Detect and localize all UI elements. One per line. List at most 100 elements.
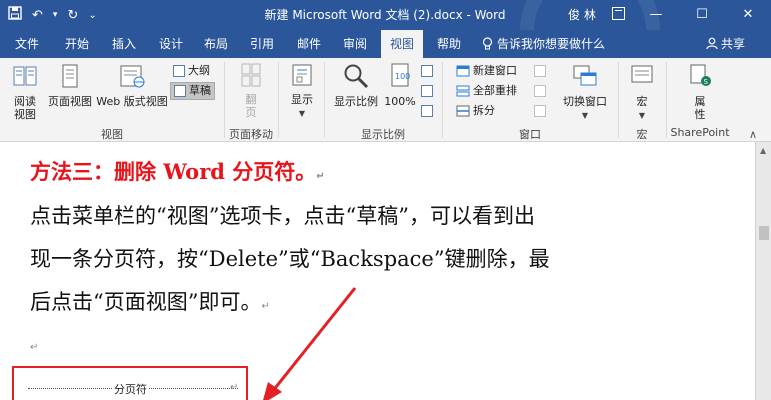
undo-icon[interactable]: ↶ xyxy=(32,8,43,23)
tell-me-label: 告诉我你想要做什么 xyxy=(497,37,606,51)
title-bar: ↶ ▾ ↻ ⌄ 新建 Microsoft Word 文档 (2).docx - … xyxy=(0,0,771,100)
quick-access-toolbar: ↶ ▾ ↻ ⌄ xyxy=(8,0,97,30)
undo-menu-chevron-icon[interactable]: ▾ xyxy=(53,10,58,20)
draft-button[interactable]: 草稿 xyxy=(170,82,215,100)
document-page[interactable]: 方法三：删除 Word 分页符。↵ 点击菜单栏的“视图”选项卡，点击“草稿”，可… xyxy=(0,142,755,400)
ribbon-display-options-icon[interactable] xyxy=(612,7,625,20)
tab-mailings[interactable]: 邮件 xyxy=(288,30,330,58)
properties-label: 属 性 xyxy=(694,95,706,121)
show-icon xyxy=(292,64,312,86)
split-label: 拆分 xyxy=(473,104,495,117)
one-page-button[interactable] xyxy=(421,62,433,80)
zoom-100-icon: 100 xyxy=(391,63,410,87)
document-title: 新建 Microsoft Word 文档 (2).docx - Word xyxy=(264,8,506,22)
vertical-page-movement-label: 翻 页 xyxy=(245,93,257,119)
show-label: 显示 xyxy=(291,93,313,106)
sync-scroll-icon xyxy=(534,85,546,97)
show-chevron-down-icon: ▼ xyxy=(298,109,306,118)
macros-icon xyxy=(631,65,653,83)
arrange-all-label: 全部重排 xyxy=(473,84,517,97)
save-icon[interactable] xyxy=(8,6,22,24)
print-layout-icon xyxy=(62,64,78,88)
views-group-label: 视图 xyxy=(101,128,123,141)
tab-layout[interactable]: 布局 xyxy=(195,30,237,58)
one-page-icon xyxy=(421,65,433,77)
ribbon-separator xyxy=(278,62,279,138)
tab-view[interactable]: 视图 xyxy=(381,30,424,58)
ribbon-view: 阅读 视图 页面视图 Web 版式视图 大纲 草稿 视图 翻 页 页面移动 显示… xyxy=(0,58,771,142)
new-window-button[interactable]: 新建窗口 xyxy=(456,62,517,80)
tab-insert[interactable]: 插入 xyxy=(103,30,145,58)
switch-windows-label: 切换窗口 xyxy=(563,95,607,108)
tab-review[interactable]: 审阅 xyxy=(334,30,376,58)
window-controls: — ☐ ✕ xyxy=(633,0,771,30)
tab-file[interactable]: 文件 xyxy=(6,30,48,58)
read-mode-button[interactable]: 阅读 视图 xyxy=(6,62,44,121)
outline-label: 大纲 xyxy=(188,64,210,77)
magnifier-icon xyxy=(344,64,369,89)
person-icon xyxy=(706,37,718,50)
tab-home[interactable]: 开始 xyxy=(56,30,98,58)
scroll-up-icon[interactable]: ▲ xyxy=(760,146,766,155)
close-button[interactable]: ✕ xyxy=(725,0,771,30)
macros-label: 宏 xyxy=(636,95,648,108)
tab-references[interactable]: 引用 xyxy=(241,30,283,58)
macros-group-label: 宏 xyxy=(636,128,648,141)
page-width-button[interactable] xyxy=(421,102,433,120)
vertical-page-movement-button[interactable]: 翻 页 xyxy=(234,62,268,119)
outline-button[interactable]: 大纲 xyxy=(170,62,213,80)
print-layout-button[interactable]: 页面视图 xyxy=(46,62,94,108)
draft-icon xyxy=(174,85,186,97)
ribbon-separator xyxy=(618,62,619,138)
split-button[interactable]: 拆分 xyxy=(456,102,495,120)
sharepoint-group-label: SharePoint xyxy=(670,126,730,139)
maximize-button[interactable]: ☐ xyxy=(679,0,725,30)
ribbon-separator xyxy=(442,62,443,138)
new-window-label: 新建窗口 xyxy=(473,64,517,77)
vertical-scrollbar[interactable]: ▲ xyxy=(755,142,771,400)
tell-me-search[interactable]: 告诉我你想要做什么 xyxy=(482,30,605,58)
ribbon-separator xyxy=(224,62,225,138)
show-button[interactable]: 显示 ▼ xyxy=(284,62,320,120)
properties-button[interactable]: S 属 性 xyxy=(680,62,720,121)
split-icon xyxy=(456,105,470,117)
web-layout-button[interactable]: Web 版式视图 xyxy=(96,62,168,108)
outline-icon xyxy=(173,65,185,77)
svg-text:100: 100 xyxy=(395,72,410,81)
scrollbar-thumb[interactable] xyxy=(759,226,769,240)
multiple-pages-icon xyxy=(421,85,433,97)
properties-icon: S xyxy=(690,64,711,86)
window-group-label: 窗口 xyxy=(519,128,541,141)
user-name[interactable]: 俊 林 xyxy=(568,0,596,30)
tab-design[interactable]: 设计 xyxy=(150,30,192,58)
switch-windows-chevron-down-icon: ▼ xyxy=(581,111,589,120)
synchronous-scrolling-button[interactable] xyxy=(534,82,546,100)
reset-window-position-button[interactable] xyxy=(534,102,546,120)
minimize-button[interactable]: — xyxy=(633,0,679,30)
reset-window-icon xyxy=(534,105,546,117)
red-arrow-icon xyxy=(263,287,357,400)
ribbon-tabs: 文件 开始 插入 设计 布局 引用 邮件 审阅 视图 帮助 告诉我你想要做什么 … xyxy=(0,30,771,58)
switch-windows-button[interactable]: 切换窗口 ▼ xyxy=(556,62,614,122)
collapse-ribbon-icon[interactable]: ∧ xyxy=(749,128,757,141)
web-layout-icon xyxy=(120,65,145,88)
view-side-by-side-button[interactable] xyxy=(534,62,546,80)
share-button[interactable]: 共享 xyxy=(706,30,745,58)
vertical-pages-icon xyxy=(241,63,261,87)
macros-button[interactable]: 宏 ▼ xyxy=(626,62,658,122)
print-layout-label: 页面视图 xyxy=(48,95,92,108)
read-mode-icon xyxy=(13,66,37,86)
multiple-pages-button[interactable] xyxy=(421,82,433,100)
arrange-all-button[interactable]: 全部重排 xyxy=(456,82,517,100)
customize-qat-icon[interactable]: ⌄ xyxy=(88,10,96,21)
redo-icon[interactable]: ↻ xyxy=(67,8,78,23)
zoom-label: 显示比例 xyxy=(334,95,378,108)
tab-help[interactable]: 帮助 xyxy=(428,30,470,58)
macros-chevron-down-icon: ▼ xyxy=(638,111,646,120)
share-label: 共享 xyxy=(721,37,746,51)
zoom-100-button[interactable]: 100 100% xyxy=(382,62,418,108)
read-mode-label: 阅读 视图 xyxy=(14,95,36,121)
web-layout-label: Web 版式视图 xyxy=(96,95,168,108)
zoom-button[interactable]: 显示比例 xyxy=(332,62,380,108)
page-movement-group-label: 页面移动 xyxy=(229,128,273,141)
